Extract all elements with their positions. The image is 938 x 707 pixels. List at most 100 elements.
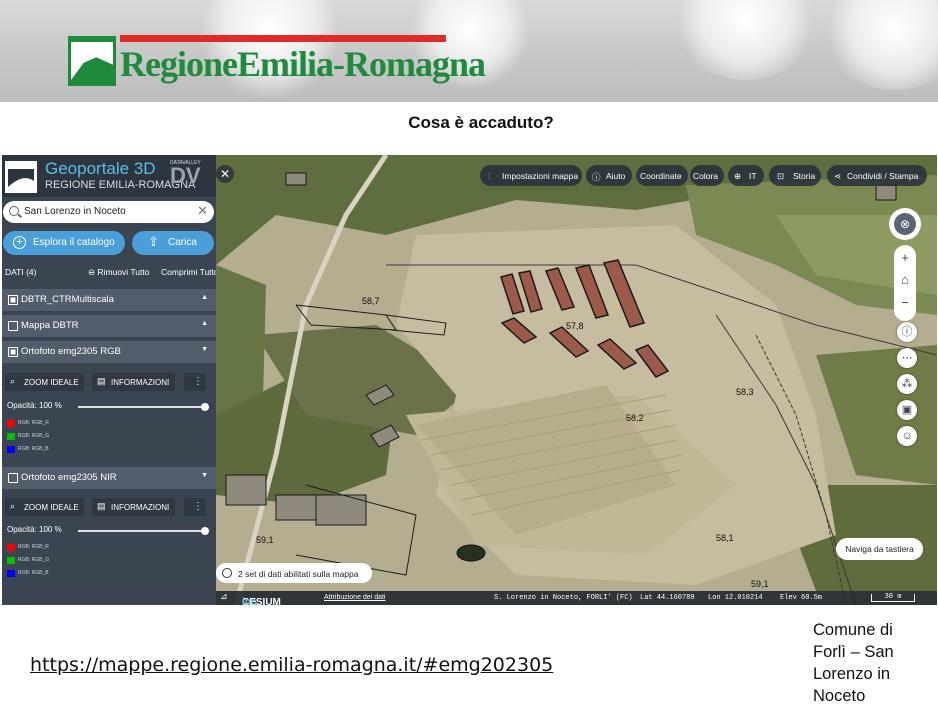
opacity-label: Opacità: 100 % (7, 401, 62, 410)
remove-all-button[interactable]: ⊖ Rimuovi Tutto (88, 267, 149, 278)
more-menu-button[interactable]: ⋮ (184, 373, 206, 391)
location-caption: Comune di Forlì – San Lorenzo in Noceto (813, 621, 894, 705)
caret-down-icon[interactable]: ▼ (201, 472, 208, 479)
upload-button[interactable]: ⇪ Carica (132, 231, 214, 255)
slider-handle[interactable] (201, 527, 209, 535)
clear-search-icon[interactable]: ✕ (197, 203, 208, 219)
layer-item[interactable]: Ortofoto emg2305 NIR ▼ (2, 467, 216, 490)
story-button[interactable]: ⊡ Storia (769, 165, 821, 186)
sidebar-header: Geoportale 3D REGIONE EMILIA-ROMAGNA DAT… (2, 155, 216, 197)
datavalley-logo: DATAVALLEY DV (170, 160, 201, 188)
compass-icon: ⊗ (894, 213, 916, 235)
caret-up-icon[interactable]: ▲ (201, 320, 208, 327)
share-icon: ⋖ (834, 171, 842, 181)
keyboard-navigation-button[interactable]: Naviga da tastiera (836, 538, 923, 560)
map-settings-button[interactable]: ⫶ Impostazioni mappa (480, 165, 582, 186)
bokeh-light (820, 0, 938, 90)
datasets-badge[interactable]: 2 set di dati abilitati sulla mappa (216, 563, 372, 583)
regione-mini-logo-icon: ⊿ (220, 592, 228, 602)
search-icon (9, 206, 19, 216)
zoom-controls: + ⌂ − (894, 245, 916, 321)
zoom-ideal-button[interactable]: ⌕ ZOOM IDEALE (5, 373, 84, 391)
help-icon: ⓘ (592, 172, 601, 182)
share-print-button[interactable]: ⋖ Condividi / Stampa (827, 165, 927, 186)
attribution-link[interactable]: Attribuzione dei dati (324, 594, 385, 601)
info-button[interactable]: ▤ INFORMAZIONI (92, 373, 175, 391)
elevation-label: 57,8 (566, 321, 584, 331)
geoportale-logo-icon (5, 161, 37, 193)
color-button[interactable]: Colora (690, 165, 724, 186)
language-button[interactable]: ⊕ IT (728, 165, 764, 186)
elevation-label: 59,1 (256, 535, 274, 545)
app-title: Geoportale 3D (45, 159, 156, 178)
caret-up-icon[interactable]: ▲ (201, 294, 208, 301)
slider-handle[interactable] (201, 403, 209, 411)
layer-name: DBTR_CTRMultiscala (21, 294, 114, 305)
comment-icon: ▤ (97, 501, 106, 511)
layer-checkbox[interactable] (8, 347, 18, 357)
measure-icon[interactable]: ⋯ (897, 348, 917, 368)
elevation-label: 58,1 (716, 533, 734, 543)
zoom-icon: ⌕ (10, 501, 16, 511)
region-logo-icon (68, 36, 116, 86)
slide-question: Cosa è accaduto? (408, 113, 554, 132)
aerial-imagery[interactable] (216, 155, 937, 605)
data-header: DATI (4) ⊖ Rimuovi Tutto Comprimi Tutto (2, 263, 219, 281)
opacity-slider[interactable] (78, 403, 209, 411)
layer-item[interactable]: Ortofoto emg2305 RGB ▼ (2, 341, 216, 364)
zoom-out-button[interactable]: − (894, 295, 916, 310)
explore-catalog-button[interactable]: + Esplora il catalogo (3, 231, 125, 255)
source-url-link[interactable]: https://mappe.regione.emilia-romagna.it/… (30, 654, 553, 676)
scale-bar: 30 m (871, 594, 915, 602)
zoom-ideal-button[interactable]: ⌕ ZOOM IDEALE (5, 498, 84, 516)
elevation-label: 58,2 (626, 413, 644, 423)
more-menu-button[interactable]: ⋮ (184, 498, 206, 516)
info-button[interactable]: ▤ INFORMAZIONI (92, 498, 175, 516)
elevation-label: 58,3 (736, 387, 754, 397)
location-readout: S. Lorenzo in Noceto, FORLI' (FC) (494, 594, 633, 602)
opacity-slider[interactable] (78, 527, 209, 535)
comment-icon: ▤ (97, 376, 106, 386)
status-bar: ⊿ CESIUM ion Attribuzione dei dati S. Lo… (216, 591, 937, 605)
layer-name: Ortofoto emg2305 NIR (21, 472, 117, 483)
caret-down-icon[interactable]: ▼ (201, 346, 208, 353)
zoom-icon: ⌕ (10, 376, 16, 386)
search-value: San Lorenzo in Noceto (24, 206, 126, 217)
close-panel-button[interactable]: ✕ (216, 165, 234, 183)
layer-item[interactable]: DBTR_CTRMultiscala ▲ (2, 289, 216, 312)
layer-name: Mappa DBTR (21, 320, 79, 331)
elevation-readout: Elev 60.5m (780, 594, 823, 602)
layer-checkbox[interactable] (8, 321, 18, 331)
region-logo-text: RegioneEmilia-Romagna (120, 44, 486, 84)
home-icon[interactable]: ⌂ (894, 272, 916, 287)
geoportale-screenshot: Geoportale 3D REGIONE EMILIA-ROMAGNA DAT… (2, 155, 937, 605)
layers-icon (222, 568, 232, 578)
compass-control[interactable]: ⊗ (889, 208, 921, 240)
plus-circle-icon: + (13, 236, 26, 249)
layer-name: Ortofoto emg2305 RGB (21, 346, 121, 357)
layer-checkbox[interactable] (8, 473, 18, 483)
info-icon[interactable]: ⓘ (897, 322, 917, 342)
coordinates-button[interactable]: Coordinate (636, 165, 688, 186)
zoom-in-button[interactable]: + (894, 250, 916, 265)
sliders-icon: ⫶ (488, 171, 491, 181)
search-input[interactable]: San Lorenzo in Noceto ✕ (3, 201, 214, 223)
map-view[interactable]: ✕ 58,2 57,8 58,7 58,1 58,3 59,1 59,1 ⫶ I… (216, 155, 937, 605)
story-icon: ⊡ (777, 171, 785, 181)
split-view-icon[interactable]: ▣ (897, 400, 917, 420)
longitude-readout: Lon 12.010214 (708, 594, 763, 602)
elevation-label: 59,1 (751, 579, 769, 589)
data-count: DATI (4) (5, 267, 37, 277)
layer-item[interactable]: Mappa DBTR ▲ (2, 315, 216, 338)
sidebar: Geoportale 3D REGIONE EMILIA-ROMAGNA DAT… (2, 155, 219, 605)
logo-red-bar (120, 35, 446, 42)
header-banner: RegioneEmilia-Romagna (0, 0, 938, 102)
network-icon[interactable]: ⁂ (897, 374, 917, 394)
layer-checkbox[interactable] (8, 295, 18, 305)
bokeh-light (670, 0, 820, 80)
pedestrian-icon[interactable]: ☺ (897, 426, 917, 446)
collapse-all-button[interactable]: Comprimi Tutto (161, 267, 219, 277)
opacity-label: Opacità: 100 % (7, 525, 62, 534)
help-button[interactable]: ⓘ Aiuto (586, 165, 632, 186)
globe-icon: ⊕ (734, 171, 742, 181)
